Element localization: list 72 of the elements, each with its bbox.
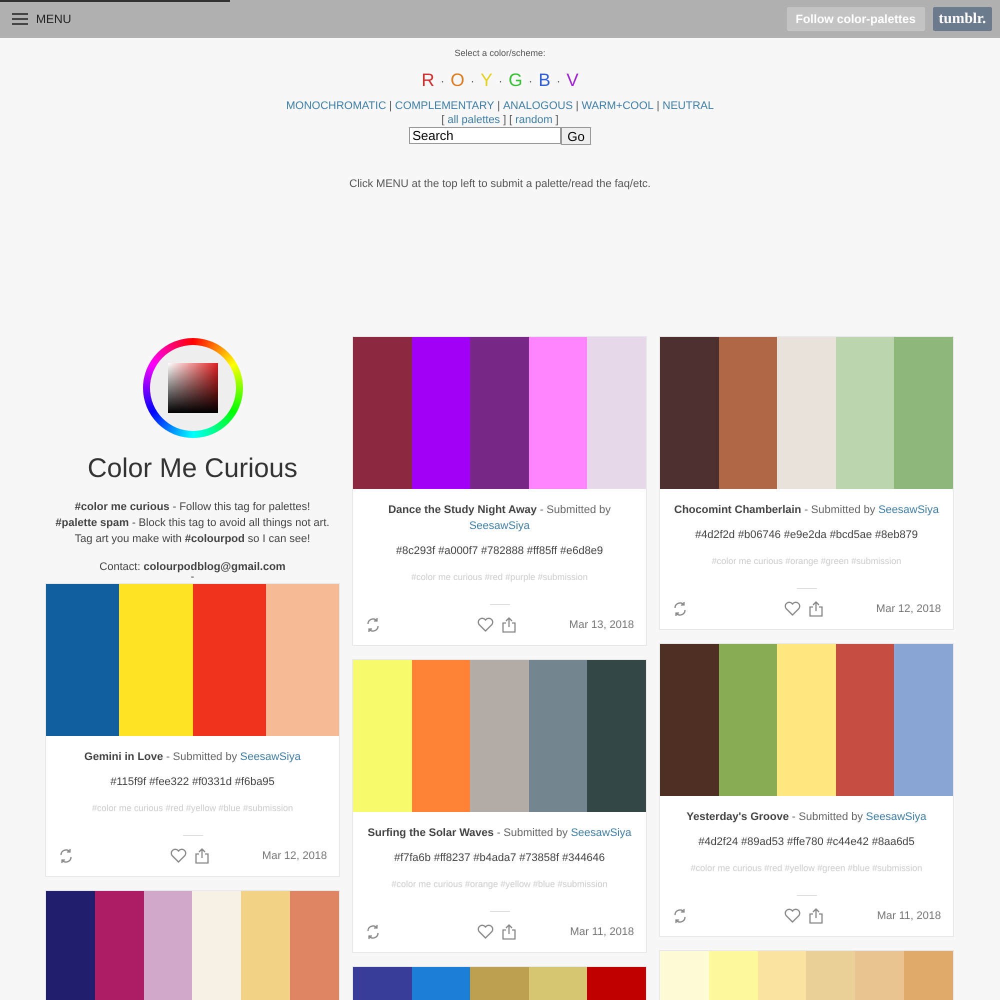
hex-codes: #4d2f24 #89ad53 #ffe780 #c44e42 #8aa6d5 [697, 836, 916, 848]
submitter-link[interactable]: SeesawSiya [878, 504, 939, 516]
submitter-link[interactable]: SeesawSiya [866, 811, 926, 823]
separator: | [389, 100, 392, 112]
separator: | [656, 100, 660, 112]
reblog-icon[interactable] [672, 908, 688, 924]
palette-link[interactable]: random [515, 114, 553, 126]
share-icon[interactable] [809, 601, 823, 617]
post-title: Chocomint Chamberlain - Submitted by SeesawSiya [673, 503, 940, 518]
reblog-icon[interactable] [365, 617, 381, 633]
bracket: [ [441, 114, 444, 126]
tumblr-button[interactable]: tumblr. [932, 7, 992, 31]
bracket: ] [556, 114, 559, 126]
share-icon[interactable] [809, 908, 823, 924]
separator-dot: · [556, 74, 561, 88]
post-date: Mar 12, 2018 [876, 603, 941, 615]
hex-codes: #4d2f2d #b06746 #e9e2da #bcd5ae #8eb879 [694, 529, 919, 541]
description-line: #color me curious - Follow this tag for palettes! [74, 500, 312, 515]
submitter-link[interactable]: SeesawSiya [469, 520, 530, 532]
heart-icon[interactable] [477, 617, 494, 632]
color-link[interactable]: O [450, 70, 464, 91]
menu-icon [12, 13, 28, 25]
scheme-link[interactable]: COMPLEMENTARY [395, 100, 494, 112]
scheme-link[interactable]: WARM+COOL [582, 100, 654, 112]
heart-icon[interactable] [784, 908, 801, 923]
post-title: Dance the Study Night Away - Submitted by SeesawSiya [387, 503, 612, 534]
separator: | [497, 100, 500, 112]
submitter-link[interactable]: SeesawSiya [240, 751, 301, 763]
scheme-link[interactable]: MONOCHROMATIC [286, 100, 386, 112]
reblog-icon[interactable] [58, 848, 74, 864]
share-icon[interactable] [502, 924, 516, 940]
prompt-text: Select a color/scheme: [454, 48, 546, 58]
post-date: Mar 13, 2018 [569, 619, 634, 631]
hex-codes: #f7fa6b #ff8237 #b4ada7 #73858f #344646 [393, 852, 606, 864]
post-date: Mar 12, 2018 [262, 850, 327, 862]
contact-text: Contact: colourpodblog@gmail.com [99, 561, 286, 573]
separator-dot: · [498, 74, 502, 88]
reblog-icon[interactable] [672, 601, 688, 617]
heart-icon[interactable] [784, 601, 801, 616]
reblog-icon[interactable] [365, 924, 381, 940]
hex-codes: #115f9f #fee322 #f0331d #f6ba95 [109, 776, 276, 788]
scheme-link[interactable]: ANALOGOUS [503, 100, 573, 112]
separator-dot: · [528, 74, 532, 88]
scheme-link[interactable]: NEUTRAL [662, 100, 714, 112]
post-date: Mar 11, 2018 [570, 926, 634, 938]
heart-icon[interactable] [477, 924, 494, 939]
bracket: ] [ [503, 114, 512, 126]
color-link[interactable]: R [421, 70, 434, 91]
palette-link[interactable]: all palettes [447, 114, 500, 126]
heart-icon[interactable] [170, 848, 187, 863]
post-date: Mar 11, 2018 [876, 910, 941, 922]
share-icon[interactable] [502, 617, 516, 633]
post-title: Yesterday's Groove - Submitted by SeesawSiya [686, 810, 928, 825]
search-field[interactable]: Search [409, 127, 562, 144]
color-link[interactable]: V [566, 70, 579, 91]
post-title: Surfing the Solar Waves - Submitted by SeesawSiya [366, 826, 632, 841]
color-link[interactable]: G [508, 70, 522, 91]
share-icon[interactable] [195, 848, 209, 864]
post-title: Gemini in Love - Submitted by SeesawSiya [83, 750, 302, 765]
separator-text: - [190, 573, 194, 582]
hex-codes: #8c293f #a000f7 #782888 #ff85ff #e6d8e9 [395, 545, 604, 557]
blog-title: Color Me Curious [87, 453, 298, 484]
menu-hint-text: Click MENU at the top left to submit a palette/read the faq/etc. [349, 178, 651, 190]
description-line: #palette spam - Block this tag to avoid all things not art. [56, 516, 330, 531]
separator: | [576, 100, 579, 112]
menu-button[interactable]: MENU [12, 12, 72, 26]
go-button[interactable]: Go [561, 127, 591, 145]
separator-dot: · [470, 74, 474, 88]
submitter-link[interactable]: SeesawSiya [570, 827, 632, 839]
description-line: Tag art you make with #colourpod so I can see! [74, 532, 312, 547]
color-link[interactable]: B [538, 70, 551, 91]
separator-dot: · [440, 74, 444, 88]
